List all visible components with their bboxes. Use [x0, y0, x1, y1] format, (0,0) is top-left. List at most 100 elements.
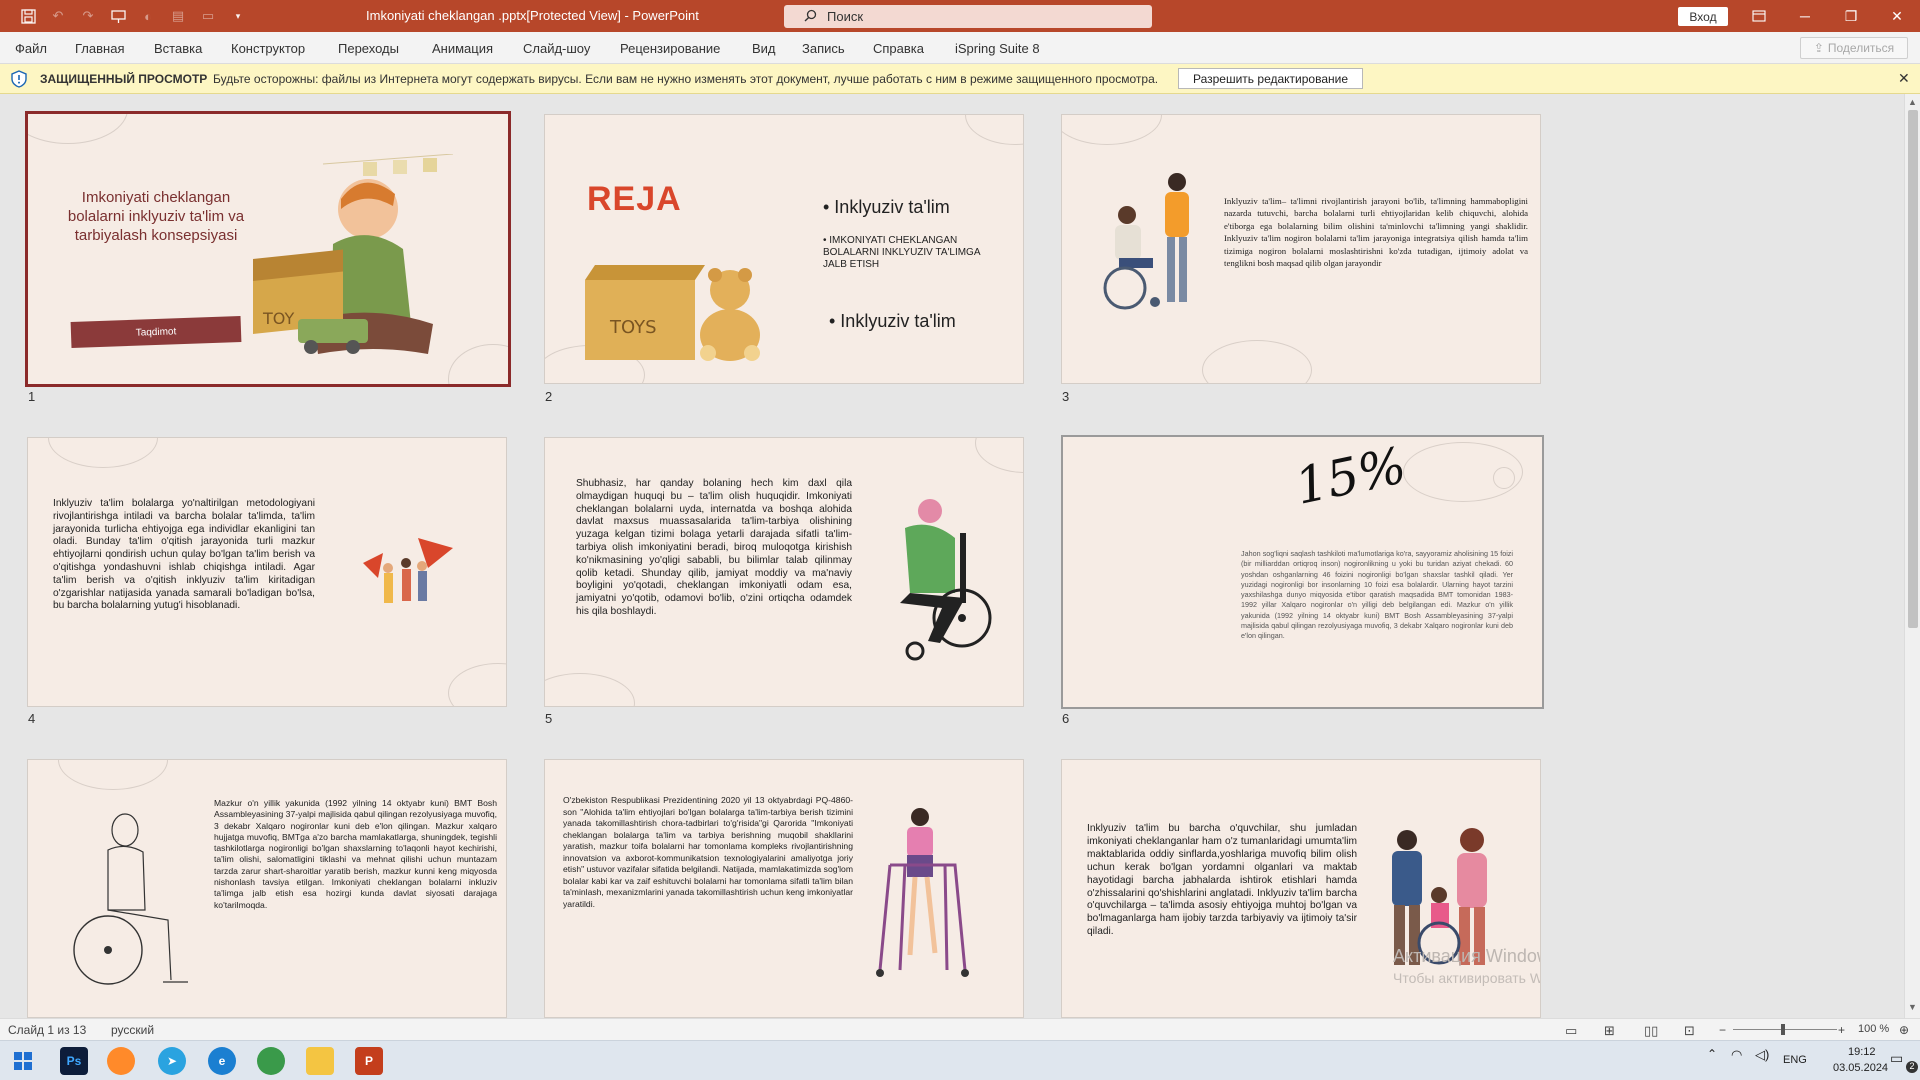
slide-thumbnail-9[interactable]: Inklyuziv ta'lim bu barcha o'quvchilar, … [1061, 759, 1541, 1018]
enable-editing-button[interactable]: Разрешить редактирование [1178, 68, 1363, 89]
tab-file[interactable]: Файл [15, 41, 47, 56]
slide-2-heading: REJA [587, 180, 682, 218]
slide-thumbnail-2[interactable]: REJA • Inklyuziv ta'lim • IMKONIYATI CHE… [544, 114, 1024, 384]
slide-thumbnail-7[interactable]: Mazkur o'n yillik yakunida (1992 yilning… [27, 759, 507, 1018]
wheelchair-woman-illustration [900, 499, 992, 661]
quick-access-toolbar: ↶ ↷ ◐ ▤ ▭ ▾ [0, 8, 340, 24]
normal-view-icon[interactable]: ▭ [1565, 1023, 1577, 1039]
slide-9-text: Inklyuziv ta'lim bu barcha o'quvchilar, … [1087, 823, 1357, 938]
tab-animations[interactable]: Анимация [432, 41, 493, 56]
wifi-icon[interactable]: ◠ [1731, 1047, 1742, 1063]
flag-people-illustration [363, 538, 453, 603]
decor-curl [48, 438, 158, 468]
reading-view-icon[interactable]: ▯▯ [1644, 1023, 1658, 1039]
slide-counter: Слайд 1 из 13 [8, 1023, 87, 1037]
slideshow-view-icon[interactable]: ⊡ [1684, 1023, 1695, 1039]
redo-icon[interactable]: ↷ [80, 8, 96, 24]
document-title: Imkoniyati cheklangan .pptx[Protected Vi… [366, 8, 699, 23]
status-bar: Слайд 1 из 13 русский ▭ ⊞ ▯▯ ⊡ − + 100 %… [0, 1018, 1920, 1040]
tab-slideshow[interactable]: Слайд-шоу [523, 41, 590, 56]
slide-8-text: O'zbekiston Respublikasi Prezidentining … [563, 795, 853, 909]
share-icon: ⇪ [1813, 41, 1824, 55]
tab-transitions[interactable]: Переходы [338, 41, 399, 56]
tray-overflow-icon[interactable]: ⌃ [1707, 1047, 1717, 1061]
slide-thumbnail-6[interactable]: 15% Jahon sog'liqni saqlash tashkiloti m… [1061, 435, 1544, 709]
file-explorer-icon[interactable] [306, 1047, 334, 1075]
present-from-start-icon[interactable] [110, 8, 126, 24]
tab-review[interactable]: Рецензирование [620, 41, 720, 56]
photoshop-icon[interactable]: Ps [60, 1047, 88, 1075]
zoom-in-icon[interactable]: + [1838, 1023, 1845, 1037]
zoom-level[interactable]: 100 % [1858, 1023, 1889, 1035]
slide-6-text: Jahon sog'liqni saqlash tashkiloti ma'lu… [1241, 549, 1513, 641]
language-indicator[interactable]: русский [111, 1023, 154, 1037]
shield-icon [10, 70, 28, 88]
search-icon [804, 9, 817, 25]
record-icon[interactable]: ◐ [140, 8, 156, 24]
ribbon-tabs: Файл Главная Вставка Конструктор Переход… [0, 32, 1920, 64]
slide-2-bullet-2: • IMKONIYATI CHEKLANGAN BOLALARNI INKLYU… [823, 235, 980, 270]
powerpoint-taskbar-icon[interactable]: P [355, 1047, 383, 1075]
signin-button[interactable]: Вход [1678, 7, 1728, 26]
tab-ispring[interactable]: iSpring Suite 8 [955, 41, 1040, 56]
scroll-down-icon[interactable]: ▼ [1908, 1002, 1917, 1012]
slide-number: 2 [545, 389, 553, 404]
tab-view[interactable]: Вид [752, 41, 776, 56]
windows-start-icon[interactable] [9, 1047, 37, 1075]
svg-text:TOY: TOY [262, 309, 294, 328]
scrollbar-thumb[interactable] [1908, 110, 1918, 628]
layout-icon[interactable]: ▤ [170, 8, 186, 24]
zoom-out-icon[interactable]: − [1719, 1023, 1726, 1037]
tab-help[interactable]: Справка [873, 41, 924, 56]
shapes-icon[interactable]: ▭ [200, 8, 216, 24]
slide-4-text: Inklyuziv ta'lim bolalarga yo'naltirilga… [53, 498, 315, 612]
tab-record[interactable]: Запись [802, 41, 845, 56]
minimize-icon[interactable]: ─ [1782, 0, 1828, 32]
notifications-icon[interactable]: ▭ [1890, 1050, 1903, 1067]
decor-curl [1062, 115, 1162, 145]
slide-1-button: Taqdimot [70, 316, 242, 348]
clock-time[interactable]: 19:12 [1848, 1046, 1876, 1058]
search-box[interactable]: Поиск [784, 5, 1152, 28]
save-icon[interactable] [20, 8, 36, 24]
activation-watermark-message: Чтобы активировать Windows, перейдите в … [1393, 970, 1540, 986]
clock-date[interactable]: 03.05.2024 [1833, 1062, 1888, 1074]
customize-qat-icon[interactable]: ▾ [230, 8, 246, 24]
vertical-scrollbar[interactable]: ▲ ▼ [1904, 94, 1920, 1018]
decor-curl [975, 438, 1023, 473]
share-button[interactable]: ⇪ Поделиться [1800, 37, 1908, 59]
scroll-up-icon[interactable]: ▲ [1908, 97, 1917, 107]
slide-number: 3 [1062, 389, 1070, 404]
slide-7-text: Mazkur o'n yillik yakunida (1992 yilning… [214, 798, 497, 910]
slide-thumbnail-8[interactable]: O'zbekiston Respublikasi Prezidentining … [544, 759, 1024, 1018]
zoom-slider[interactable] [1733, 1029, 1837, 1030]
ribbon-display-icon[interactable] [1736, 0, 1782, 32]
undo-icon[interactable]: ↶ [50, 8, 66, 24]
tab-design[interactable]: Конструктор [231, 41, 305, 56]
tab-insert[interactable]: Вставка [154, 41, 202, 56]
notifications-badge: 2 [1906, 1061, 1918, 1073]
close-icon[interactable]: ✕ [1874, 0, 1920, 32]
decor-curl [965, 115, 1023, 145]
tab-home[interactable]: Главная [75, 41, 124, 56]
slide-thumbnail-1[interactable]: Imkoniyati cheklangan bolalarni inklyuzi… [25, 111, 511, 387]
restore-icon[interactable]: ❐ [1828, 0, 1874, 32]
input-language[interactable]: ENG [1783, 1054, 1807, 1066]
speaker-icon[interactable]: ◁) [1755, 1047, 1769, 1063]
firefox-icon[interactable] [107, 1047, 135, 1075]
telegram-icon[interactable]: ➤ [158, 1047, 186, 1075]
close-bar-icon[interactable]: ✕ [1898, 70, 1910, 87]
zoom-slider-thumb[interactable] [1781, 1024, 1785, 1035]
decor-curl [545, 673, 635, 706]
slide-sorter-view-icon[interactable]: ⊞ [1604, 1023, 1615, 1039]
toy-box-bear-illustration: TOYS [585, 265, 760, 361]
slide-thumbnail-4[interactable]: Inklyuziv ta'lim bolalarga yo'naltirilga… [27, 437, 507, 707]
slide-5-text: Shubhasiz, har qanday bolaning hech kim … [576, 478, 852, 617]
slide-thumbnail-3[interactable]: Inklyuziv ta'lim– ta'limni rivojlantiris… [1061, 114, 1541, 384]
slide-thumbnail-5[interactable]: Shubhasiz, har qanday bolaning hech kim … [544, 437, 1024, 707]
edge-icon[interactable]: e [208, 1047, 236, 1075]
slide-number: 1 [28, 389, 36, 404]
title-bar: ↶ ↷ ◐ ▤ ▭ ▾ Imkoniyati cheklangan .pptx[… [0, 0, 1920, 32]
chrome-icon[interactable] [257, 1047, 285, 1075]
fit-slide-icon[interactable]: ⊕ [1899, 1023, 1909, 1037]
